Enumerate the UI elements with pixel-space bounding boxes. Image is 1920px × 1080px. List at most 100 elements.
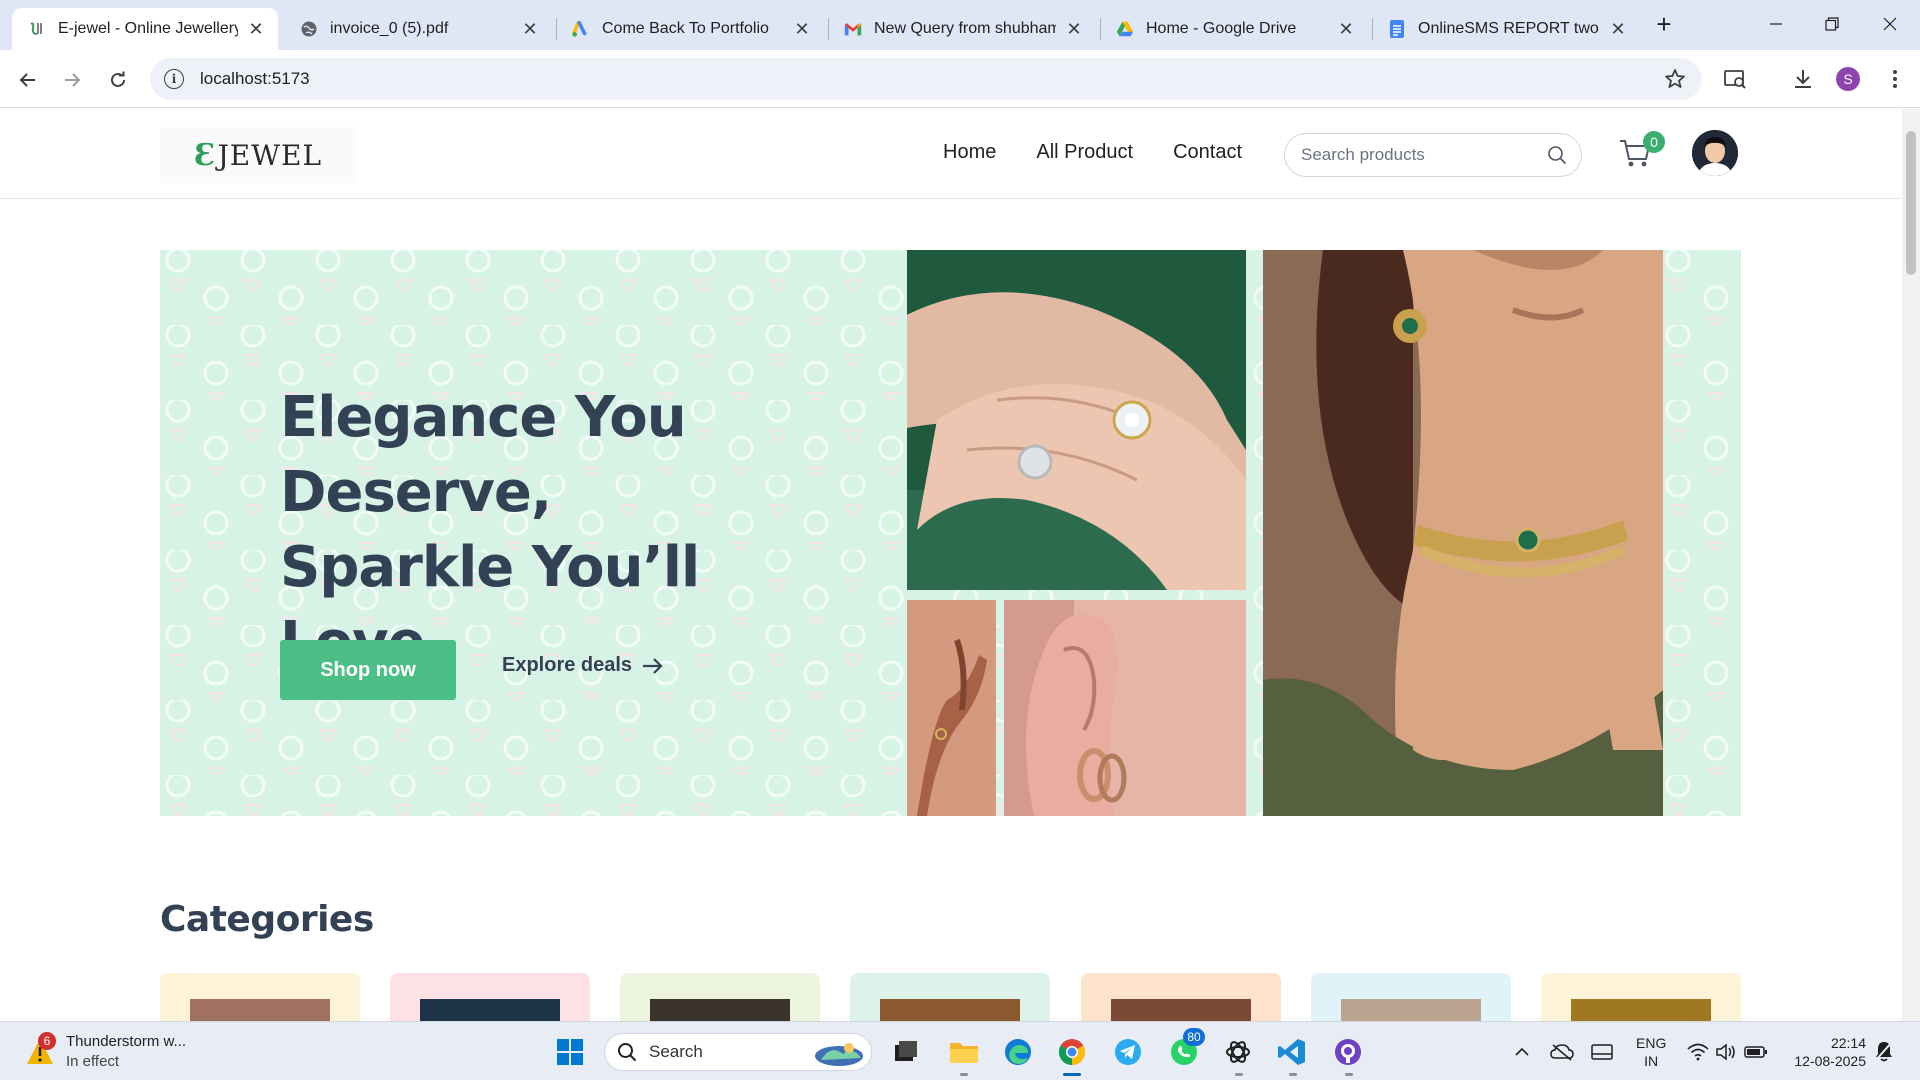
tablet-mode-icon[interactable] (1590, 1040, 1614, 1064)
tab-title: OnlineSMS REPORT two.do (1418, 20, 1600, 37)
tab-gmail[interactable]: New Query from shubham ✕ (828, 8, 1096, 50)
file-explorer-icon[interactable] (946, 1034, 982, 1070)
volume-icon[interactable] (1714, 1040, 1738, 1064)
telegram-icon[interactable] (1110, 1034, 1146, 1070)
category-card[interactable] (1541, 973, 1741, 1021)
active-app-indicator (1063, 1073, 1081, 1076)
category-image (650, 999, 790, 1021)
category-card[interactable] (160, 973, 360, 1021)
tab-title: invoice_0 (5).pdf (330, 20, 449, 37)
page-scrollbar[interactable] (1902, 109, 1920, 1021)
url-text[interactable]: localhost:5173 (200, 69, 310, 89)
tab-invoice[interactable]: invoice_0 (5).pdf ✕ (284, 8, 552, 50)
wifi-icon[interactable] (1686, 1040, 1710, 1064)
close-tab-icon[interactable]: ✕ (1608, 19, 1628, 39)
close-tab-icon[interactable]: ✕ (1064, 19, 1084, 39)
search-icon (618, 1043, 637, 1062)
chatgpt-icon[interactable] (1220, 1034, 1256, 1070)
hero-banner: Elegance You Deserve, Sparkle You’ll Lov… (160, 250, 1741, 816)
category-card[interactable] (850, 973, 1050, 1021)
category-image (880, 999, 1020, 1021)
site-logo[interactable]: Ɛ JEWEL (160, 127, 356, 183)
category-card[interactable] (1081, 973, 1281, 1021)
hoop-earring-photo (1004, 600, 1246, 816)
clock-date: 12-08-2025 (1794, 1053, 1866, 1069)
category-card[interactable] (1311, 973, 1511, 1021)
category-image (1341, 999, 1481, 1021)
search-input[interactable] (1301, 145, 1531, 165)
screen-search-icon[interactable] (1720, 64, 1750, 94)
weather-widget[interactable]: 6 Thunderstorm w... In effect (24, 1032, 186, 1072)
categories-heading: Categories (160, 899, 374, 940)
category-image (1571, 999, 1711, 1021)
site-info-icon[interactable]: i (164, 69, 184, 89)
profile-avatar[interactable]: S (1836, 67, 1860, 91)
user-avatar[interactable] (1692, 130, 1738, 176)
restore-button[interactable] (1812, 10, 1852, 38)
back-button[interactable] (12, 64, 44, 96)
weather-title: Thunderstorm w... (66, 1033, 187, 1050)
running-indicator (1235, 1073, 1243, 1076)
download-icon[interactable] (1788, 64, 1818, 94)
task-view-icon[interactable] (888, 1034, 924, 1070)
chrome-browser-icon[interactable] (1054, 1034, 1090, 1070)
bookmark-star-icon[interactable] (1664, 68, 1686, 90)
shop-now-button[interactable]: Shop now (280, 640, 456, 700)
scrollbar-thumb[interactable] (1906, 131, 1916, 275)
region-code: IN (1644, 1053, 1659, 1069)
close-tab-icon[interactable]: ✕ (792, 19, 812, 39)
globe-icon (300, 20, 318, 38)
web-page: Ɛ JEWEL Home All Product Contact 0 (0, 109, 1902, 1021)
system-clock[interactable]: 22:14 12-08-2025 (1786, 1034, 1866, 1070)
clock-time: 22:14 (1830, 1035, 1866, 1051)
category-image (190, 999, 330, 1021)
running-indicator (1289, 1073, 1297, 1076)
vscode-icon[interactable] (1274, 1034, 1310, 1070)
google-ads-icon (572, 20, 590, 38)
tab-portfolio[interactable]: Come Back To Portfolio ✕ (556, 8, 824, 50)
search-highlight-icon (815, 1043, 863, 1066)
close-window-button[interactable] (1870, 10, 1910, 38)
taskbar-search[interactable]: Search (604, 1033, 872, 1071)
battery-icon[interactable] (1744, 1040, 1768, 1064)
nav-all-product[interactable]: All Product (1036, 141, 1133, 164)
necklace-model-photo (1263, 250, 1663, 816)
category-card[interactable] (390, 973, 590, 1021)
category-card[interactable] (620, 973, 820, 1021)
nav-home[interactable]: Home (943, 141, 996, 164)
tab-title: New Query from shubham (874, 20, 1056, 37)
search-icon[interactable] (1547, 145, 1567, 170)
site-header: Ɛ JEWEL Home All Product Contact 0 (0, 109, 1902, 199)
address-bar[interactable]: i localhost:5173 (150, 58, 1702, 100)
tab-google-docs[interactable]: OnlineSMS REPORT two.do ✕ (1372, 8, 1640, 50)
github-desktop-icon[interactable] (1330, 1034, 1366, 1070)
gmail-icon (844, 20, 862, 38)
taskbar-search-label: Search (649, 1042, 703, 1061)
google-drive-icon (1116, 20, 1134, 38)
main-nav: Home All Product Contact (943, 141, 1282, 164)
windows-start-icon[interactable] (552, 1034, 588, 1070)
onedrive-offline-icon[interactable] (1550, 1040, 1574, 1064)
show-hidden-icons-chevron-icon[interactable] (1510, 1040, 1534, 1064)
tab-ejewel[interactable]: E-jewel - Online Jewellery sl ✕ (12, 8, 278, 50)
notification-bell-icon[interactable] (1874, 1040, 1894, 1067)
explore-deals-link[interactable]: Explore deals (502, 654, 664, 677)
tab-google-drive[interactable]: Home - Google Drive ✕ (1100, 8, 1368, 50)
minimize-button[interactable] (1756, 10, 1796, 38)
input-language[interactable]: ENG IN (1636, 1034, 1666, 1070)
new-tab-button[interactable]: + (1650, 9, 1678, 39)
tab-title: E-jewel - Online Jewellery sl (58, 20, 238, 37)
weather-subtitle: In effect (66, 1053, 120, 1070)
reload-button[interactable] (102, 64, 134, 96)
browser-toolbar: i localhost:5173 (0, 50, 1920, 108)
close-tab-icon[interactable]: ✕ (1336, 19, 1356, 39)
forward-button[interactable] (56, 64, 88, 96)
close-tab-icon[interactable]: ✕ (246, 19, 266, 39)
browser-menu-icon[interactable] (1880, 64, 1910, 94)
whatsapp-unread-badge: 80 (1183, 1028, 1205, 1046)
close-tab-icon[interactable]: ✕ (520, 19, 540, 39)
language-code: ENG (1636, 1035, 1667, 1051)
nav-contact[interactable]: Contact (1173, 141, 1242, 164)
running-indicator (1345, 1073, 1353, 1076)
edge-browser-icon[interactable] (1000, 1034, 1036, 1070)
